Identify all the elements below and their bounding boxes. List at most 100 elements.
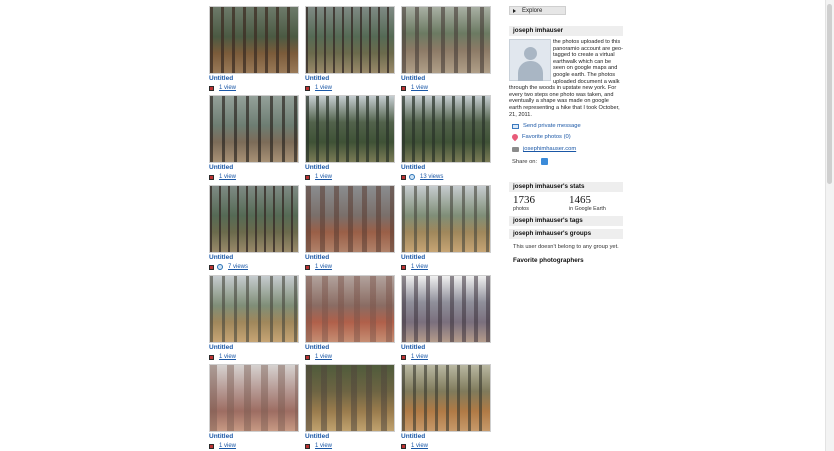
photo-card: Untitled 1 view — [401, 6, 491, 92]
photo-thumbnail[interactable] — [305, 185, 395, 253]
google-earth-icon — [409, 174, 415, 180]
favorite-photos-label: Favorite photos (0) — [522, 134, 571, 140]
photo-title[interactable]: Untitled — [209, 344, 299, 352]
view-count[interactable]: 1 view — [411, 263, 428, 271]
website-label: josephimhauser.com — [523, 146, 577, 152]
user-icon — [401, 443, 406, 449]
view-count[interactable]: 1 view — [411, 84, 428, 92]
view-count[interactable]: 1 view — [219, 442, 236, 450]
view-count[interactable]: 1 view — [315, 84, 332, 92]
view-count[interactable]: 1 view — [219, 84, 236, 92]
card-icon — [512, 146, 519, 152]
photo-title[interactable]: Untitled — [209, 254, 299, 262]
photo-card: Untitled 1 view — [401, 185, 491, 271]
photo-card: Untitled 1 view — [305, 95, 395, 181]
google-earth-icon — [217, 264, 223, 270]
user-icon — [305, 264, 310, 270]
photo-thumbnail[interactable] — [209, 185, 299, 253]
photo-thumbnail[interactable] — [401, 275, 491, 343]
user-icon — [401, 85, 406, 91]
photo-title[interactable]: Untitled — [209, 75, 299, 83]
user-icon — [209, 174, 214, 180]
tags-header: joseph imhauser's tags — [509, 216, 623, 226]
photo-card: Untitled 1 view — [401, 364, 491, 450]
photo-card: Untitled 1 view — [209, 95, 299, 181]
view-count[interactable]: 1 view — [411, 442, 428, 450]
photo-thumbnail[interactable] — [401, 185, 491, 253]
user-icon — [401, 354, 406, 360]
view-count[interactable]: 1 view — [315, 442, 332, 450]
photo-card: Untitled 1 view — [305, 185, 395, 271]
photos-label: photos — [513, 206, 529, 212]
photo-thumbnail[interactable] — [209, 275, 299, 343]
photo-thumbnail[interactable] — [305, 6, 395, 74]
photo-title[interactable]: Untitled — [209, 164, 299, 172]
photo-thumbnail[interactable] — [209, 95, 299, 163]
photo-card: Untitled 1 view — [305, 275, 395, 361]
page-scrollbar[interactable] — [825, 0, 834, 451]
photo-title[interactable]: Untitled — [305, 433, 395, 441]
view-count[interactable]: 7 views — [228, 263, 248, 271]
google-earth-stat: 1465 in Google Earth — [569, 195, 629, 213]
send-message-label: Send private message — [523, 123, 581, 129]
user-icon — [305, 85, 310, 91]
photos-stat: 1736 photos — [513, 194, 573, 213]
photo-title[interactable]: Untitled — [401, 433, 491, 441]
view-count[interactable]: 1 view — [219, 173, 236, 181]
photo-card: Untitled 13 views — [401, 95, 491, 181]
user-icon — [401, 174, 406, 180]
photo-title[interactable]: Untitled — [305, 164, 395, 172]
photo-thumbnail[interactable] — [401, 364, 491, 432]
photo-title[interactable]: Untitled — [401, 344, 491, 352]
photo-thumbnail[interactable] — [305, 364, 395, 432]
photo-title[interactable]: Untitled — [305, 254, 395, 262]
photo-thumbnail[interactable] — [305, 95, 395, 163]
photo-thumbnail[interactable] — [401, 95, 491, 163]
explore-label: Explore — [522, 7, 543, 14]
groups-note: This user doesn't belong to any group ye… — [513, 244, 619, 250]
user-icon — [401, 264, 406, 270]
photo-card: Untitled 7 views — [209, 185, 299, 271]
bio-spacer — [509, 39, 553, 83]
share-twitter-icon[interactable] — [541, 158, 549, 165]
view-count[interactable]: 1 view — [315, 263, 332, 271]
photo-thumbnail[interactable] — [401, 6, 491, 74]
view-count[interactable]: 1 view — [411, 353, 428, 361]
photo-title[interactable]: Untitled — [401, 254, 491, 262]
google-earth-label: in Google Earth — [569, 206, 606, 212]
photo-card: Untitled 1 view — [209, 364, 299, 450]
website-link[interactable]: josephimhauser.com — [512, 146, 576, 152]
photo-thumbnail[interactable] — [209, 6, 299, 74]
view-count[interactable]: 1 view — [315, 353, 332, 361]
photo-title[interactable]: Untitled — [401, 75, 491, 83]
view-count[interactable]: 13 views — [420, 173, 443, 181]
user-icon — [305, 354, 310, 360]
photos-count: 1736 — [513, 194, 535, 206]
groups-header: joseph imhauser's groups — [509, 229, 623, 239]
photo-title[interactable]: Untitled — [401, 164, 491, 172]
user-icon — [209, 85, 214, 91]
favorite-photos-link[interactable]: Favorite photos (0) — [510, 132, 571, 142]
photo-title[interactable]: Untitled — [305, 75, 395, 83]
user-icon — [209, 354, 214, 360]
view-count[interactable]: 1 view — [315, 173, 332, 181]
stats-header: joseph imhauser's stats — [509, 182, 623, 192]
send-message-link[interactable]: Send private message — [512, 123, 581, 129]
photo-thumbnail[interactable] — [305, 275, 395, 343]
user-icon — [209, 443, 214, 449]
photo-card: Untitled 1 view — [209, 275, 299, 361]
view-count[interactable]: 1 view — [219, 353, 236, 361]
share-row: Share on: — [512, 158, 549, 165]
photo-card: Untitled 1 view — [305, 6, 395, 92]
photo-title[interactable]: Untitled — [305, 344, 395, 352]
user-icon — [305, 174, 310, 180]
explore-button[interactable]: Explore — [509, 6, 566, 15]
user-icon — [209, 264, 214, 270]
scrollbar-thumb[interactable] — [827, 4, 832, 184]
photo-card: Untitled 1 view — [209, 6, 299, 92]
photo-thumbnail[interactable] — [209, 364, 299, 432]
user-icon — [305, 443, 310, 449]
photo-title[interactable]: Untitled — [209, 433, 299, 441]
photo-card: Untitled 1 view — [305, 364, 395, 450]
mail-icon — [512, 123, 519, 129]
